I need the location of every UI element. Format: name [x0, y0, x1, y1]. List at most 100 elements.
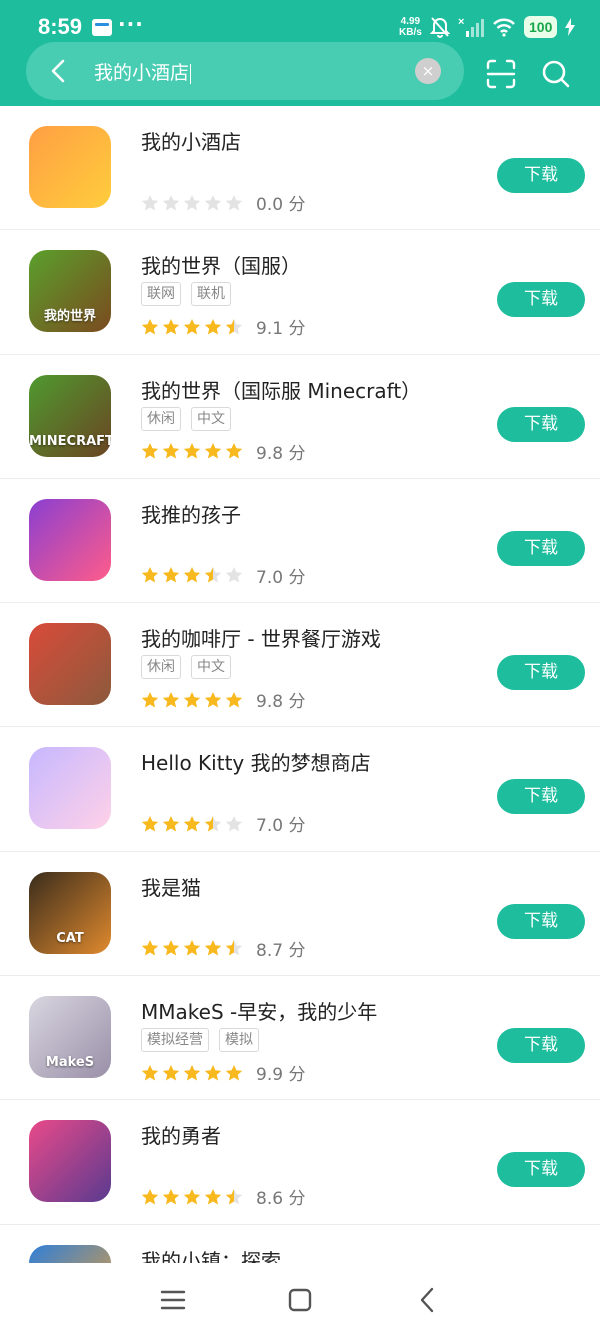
star-icon [225, 815, 243, 832]
star-icon [225, 691, 243, 708]
rating-value: 9.1 [256, 319, 284, 340]
star-rating [141, 566, 243, 584]
star-icon [183, 567, 201, 583]
back-chevron-icon[interactable] [413, 1285, 443, 1315]
star-icon [204, 815, 222, 832]
rating-score: 9.8 分 [256, 687, 305, 712]
app-rating: 9.8 分 [141, 439, 305, 464]
star-icon [204, 1188, 222, 1205]
star-icon [141, 567, 159, 583]
back-button[interactable] [40, 53, 76, 89]
star-icon [162, 815, 180, 832]
rating-value: 9.9 [256, 1065, 284, 1086]
download-button[interactable]: 下载 [497, 282, 585, 318]
download-button[interactable]: 下载 [497, 779, 585, 815]
app-tags: 休闲 中文 [141, 655, 231, 680]
star-icon [141, 194, 159, 210]
download-button[interactable]: 下载 [497, 158, 585, 193]
app-name[interactable]: 我的小镇：探索 [141, 1245, 281, 1263]
app-icon[interactable]: CAT [29, 871, 111, 954]
app-tags: 联网 联机 [141, 282, 231, 307]
download-button[interactable]: 下载 [497, 1152, 585, 1188]
menu-icon[interactable] [158, 1285, 188, 1315]
app-icon[interactable] [29, 747, 111, 830]
rating-unit: 分 [288, 692, 306, 713]
download-button[interactable]: 下载 [497, 903, 585, 939]
app-name[interactable]: 我的勇者 [141, 1120, 221, 1149]
rating-value: 7.0 [256, 567, 284, 588]
list-item[interactable]: 我的小镇：探索 [0, 1225, 600, 1263]
app-tag: 模拟 [219, 1028, 259, 1053]
app-rating: 7.0 分 [141, 811, 305, 836]
app-icon[interactable] [29, 498, 111, 581]
app-name[interactable]: Hello Kitty 我的梦想商店 [141, 747, 371, 776]
app-rating: 9.1 分 [141, 314, 305, 339]
app-name[interactable]: 我推的孩子 [141, 499, 241, 528]
list-item[interactable]: CAT 我是猫 8.7 分 下载 [0, 852, 600, 977]
download-button[interactable]: 下载 [497, 655, 585, 691]
status-icons: × 100 [430, 16, 576, 38]
scan-icon[interactable] [485, 58, 517, 90]
star-icon [183, 815, 201, 832]
star-icon [204, 691, 222, 708]
home-square-icon[interactable] [285, 1285, 315, 1315]
star-icon [225, 318, 243, 335]
download-button[interactable]: 下载 [497, 1028, 585, 1064]
app-rating: 9.8 分 [141, 687, 305, 712]
app-icon[interactable]: MakeS [29, 996, 111, 1079]
chevron-left-icon [51, 59, 65, 83]
list-item[interactable]: MINECRAFT 我的世界（国际服 Minecraft） 休闲 中文 9.8 分 下载 [0, 355, 600, 479]
star-icon [204, 1064, 222, 1081]
rating-unit: 分 [288, 567, 306, 588]
rating-unit: 分 [288, 816, 306, 837]
list-item[interactable]: 我推的孩子 7.0 分 下载 [0, 479, 600, 604]
app-icon[interactable] [29, 126, 111, 208]
rating-unit: 分 [288, 940, 306, 961]
app-tag: 休闲 [141, 655, 181, 680]
star-icon [162, 1064, 180, 1081]
star-icon [183, 940, 201, 956]
list-item[interactable]: Hello Kitty 我的梦想商店 7.0 分 下载 [0, 727, 600, 852]
rating-score: 8.7 分 [256, 936, 305, 961]
list-item[interactable]: MakeS MMakeS -早安，我的少年模拟经营 模拟 9.9 分 下载 [0, 976, 600, 1101]
app-icon[interactable]: 我的世界 [29, 250, 111, 333]
app-icon[interactable] [29, 1120, 111, 1203]
star-rating [141, 1064, 243, 1082]
star-icon [162, 1188, 180, 1205]
search-icon[interactable] [540, 58, 572, 90]
app-rating: 0.0 分 [141, 190, 305, 215]
app-name[interactable]: 我的小酒店 [141, 126, 241, 155]
star-icon [141, 443, 159, 459]
search-input[interactable]: 我的小酒店 [94, 58, 192, 85]
download-button[interactable]: 下载 [497, 406, 585, 442]
app-name[interactable]: MMakeS -早安，我的少年 [141, 996, 377, 1025]
app-icon-text: MakeS [45, 1055, 95, 1071]
list-item[interactable]: 我的小酒店 0.0 分 下载 [0, 106, 600, 231]
rating-score: 9.9 分 [256, 1060, 305, 1085]
list-item[interactable]: 我的世界 我的世界（国服） 联网 联机 9.1 分 下载 [0, 230, 600, 355]
app-name[interactable]: 我的咖啡厅 - 世界餐厅游戏 [141, 623, 381, 652]
list-item[interactable]: 我的勇者 8.6 分 下载 [0, 1100, 600, 1225]
app-tags: 模拟经营 模拟 [141, 1028, 259, 1053]
star-icon [183, 1188, 201, 1205]
star-icon [183, 1064, 201, 1081]
app-name[interactable]: 我的世界（国际服 Minecraft） [141, 375, 421, 404]
list-item[interactable]: 我的咖啡厅 - 世界餐厅游戏休闲 中文 9.8 分 下载 [0, 603, 600, 728]
star-icon [225, 1188, 243, 1205]
app-name[interactable]: 我的世界（国服） [141, 250, 301, 279]
battery-level: 100 [524, 16, 558, 38]
rating-value: 8.6 [256, 1189, 284, 1210]
app-icon[interactable]: MINECRAFT [29, 374, 111, 457]
star-icon [141, 940, 159, 956]
app-icon[interactable] [29, 623, 111, 706]
app-name[interactable]: 我是猫 [141, 872, 201, 901]
app-icon[interactable] [29, 1244, 111, 1263]
download-button[interactable]: 下载 [497, 530, 585, 566]
star-icon [225, 567, 243, 583]
clear-search-button[interactable]: × [415, 58, 441, 84]
cell-signal-icon: × [458, 16, 484, 37]
star-icon [204, 194, 222, 210]
app-rating: 8.6 分 [141, 1184, 305, 1209]
app-icon-text: MINECRAFT [29, 433, 111, 449]
rating-unit: 分 [288, 443, 306, 464]
